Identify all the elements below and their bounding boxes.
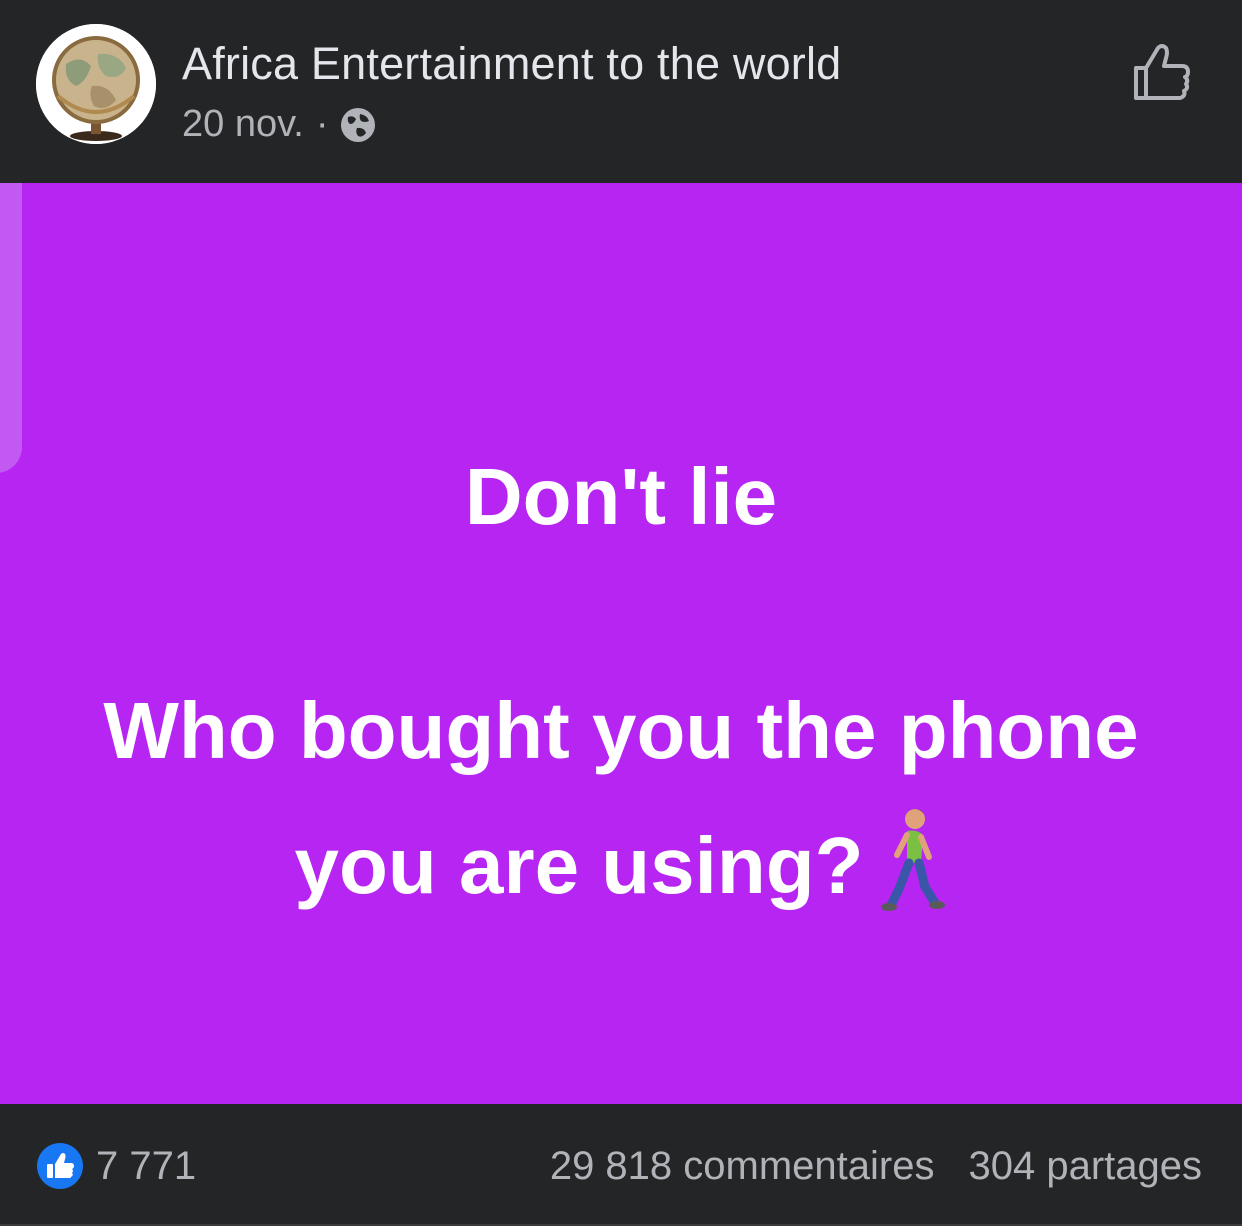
engagement-stats: 29 818 commentaires 304 partages xyxy=(550,1144,1202,1189)
post-footer: 7 771 29 818 commentaires 304 partages xyxy=(0,1104,1242,1226)
reactions-count: 7 771 xyxy=(96,1143,197,1188)
globe-icon xyxy=(339,106,377,144)
post-text-line-1: Don't lie xyxy=(464,452,778,541)
post-text-line-3-label: you are using? xyxy=(294,821,864,910)
post-text-line-3: you are using? xyxy=(0,805,1242,915)
post-card: Africa Entertainment to the world 20 nov… xyxy=(0,0,1242,1226)
comments-count[interactable]: 29 818 commentaires xyxy=(550,1144,935,1189)
like-button[interactable] xyxy=(1130,40,1194,104)
person-walking-emoji-icon xyxy=(877,805,947,915)
post-image[interactable]: Don't lie Who bought you the phone you a… xyxy=(0,183,1242,1104)
page-avatar[interactable] xyxy=(36,24,156,144)
thumbs-up-outline-icon xyxy=(1134,44,1190,100)
post-text-line-2: Who bought you the phone xyxy=(103,686,1139,775)
reactions-summary[interactable]: 7 771 xyxy=(36,1142,196,1190)
like-reaction-icon xyxy=(36,1142,84,1190)
globe-avatar-icon xyxy=(36,24,156,144)
post-header: Africa Entertainment to the world 20 nov… xyxy=(0,0,1242,183)
shares-count[interactable]: 304 partages xyxy=(968,1144,1202,1189)
meta-separator: · xyxy=(315,103,329,145)
post-date[interactable]: 20 nov. xyxy=(182,103,304,146)
page-name[interactable]: Africa Entertainment to the world xyxy=(182,38,841,90)
image-corner-decoration xyxy=(0,183,22,473)
post-meta: 20 nov. · xyxy=(182,103,377,146)
